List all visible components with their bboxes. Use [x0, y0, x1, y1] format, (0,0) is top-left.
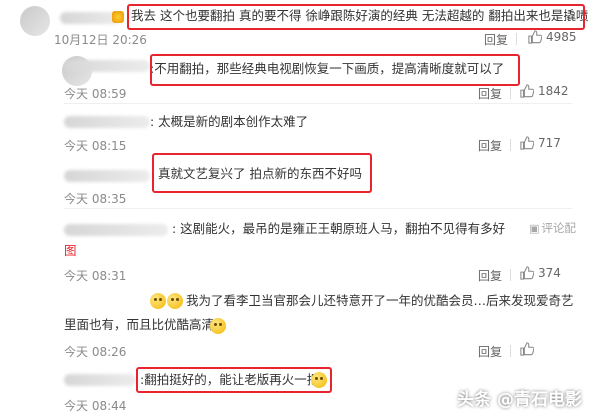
username[interactable]	[64, 224, 168, 236]
divider	[516, 33, 517, 45]
comment-2: :不用翻拍，那些经典电视剧恢复一下画质，提高清晰度就可以了 今天 08:59 回…	[0, 52, 592, 104]
highlight-box	[152, 153, 372, 193]
like-button[interactable]: 1842	[520, 84, 569, 98]
smile-emoji-icon	[210, 318, 226, 334]
like-count: 374	[538, 266, 561, 280]
watermark: 头条 @青石电影	[457, 390, 582, 410]
divider	[510, 269, 511, 281]
comment-6: 我为了看李卫当官那会儿还特意开了一年的优酷会员…后来发现爱奇艺 里面也有，而且比…	[0, 288, 592, 362]
like-count: 4985	[546, 30, 577, 44]
username[interactable]	[64, 374, 136, 386]
avatar[interactable]	[20, 6, 50, 36]
comment-5: : 这剧能火，最吊的是雍正王朝原班人马，翻拍不见得有多好 ▣ 评论配 图 今天 …	[0, 210, 592, 286]
reply-button[interactable]: 回复	[478, 85, 502, 102]
like-button[interactable]: 374	[520, 266, 561, 280]
comment-text-continued: 图	[64, 243, 77, 258]
comment-3: : 太概是新的剧本创作太难了 今天 08:15 回复 717	[0, 104, 592, 154]
comment-time: 今天 08:31	[64, 269, 127, 283]
like-button[interactable]: 717	[520, 136, 561, 150]
thumbs-up-icon	[528, 30, 542, 44]
comment-text-continued: 里面也有，而且比优酷高清	[64, 317, 215, 332]
username[interactable]	[64, 170, 150, 182]
divider	[510, 87, 511, 99]
divider	[510, 345, 511, 357]
comment-text: : 太概是新的剧本创作太难了	[150, 114, 309, 129]
thumbs-up-icon	[520, 136, 534, 150]
username[interactable]	[64, 60, 150, 72]
comment-time: 今天 08:35	[64, 192, 127, 206]
reply-button[interactable]: 回复	[484, 31, 508, 48]
thumbs-up-icon	[520, 342, 534, 356]
username[interactable]	[64, 116, 150, 128]
highlight-box	[127, 4, 585, 30]
comment-time: 今天 08:59	[64, 87, 127, 101]
like-count: 717	[538, 136, 561, 150]
like-button[interactable]	[520, 342, 534, 356]
report-link[interactable]: ▣ 评论配	[529, 220, 576, 236]
comment-4: 真就文艺复兴了 拍点新的东西不好吗 今天 08:35	[0, 150, 592, 209]
like-count: 1842	[538, 84, 569, 98]
comment-time: 10月12日 20:26	[54, 33, 147, 47]
comment-image-icon: ▣	[529, 221, 540, 235]
comment-text: 我为了看李卫当官那会儿还特意开了一年的优酷会员…后来发现爱奇艺	[186, 293, 574, 308]
reply-button[interactable]: 回复	[478, 267, 502, 284]
crown-icon	[112, 11, 124, 23]
like-button[interactable]: 4985	[528, 30, 577, 44]
comment-time: 今天 08:26	[64, 345, 127, 359]
highlight-box	[150, 54, 520, 86]
comment-1: 我去 这个也要翻拍 真的要不得 徐峥跟陈好演的经典 无法超越的 翻拍出来也是撬喷…	[0, 0, 592, 52]
highlight-box	[136, 367, 332, 393]
reply-button[interactable]: 回复	[478, 343, 502, 360]
comment-time: 今天 08:44	[64, 399, 127, 413]
crying-emoji-icon	[167, 293, 183, 309]
row-divider	[64, 208, 572, 209]
thumbs-up-icon	[520, 84, 534, 98]
comment-text: : 这剧能火，最吊的是雍正王朝原班人马，翻拍不见得有多好	[172, 221, 506, 236]
crying-emoji-icon	[150, 293, 166, 309]
thumbs-up-icon	[520, 266, 534, 280]
